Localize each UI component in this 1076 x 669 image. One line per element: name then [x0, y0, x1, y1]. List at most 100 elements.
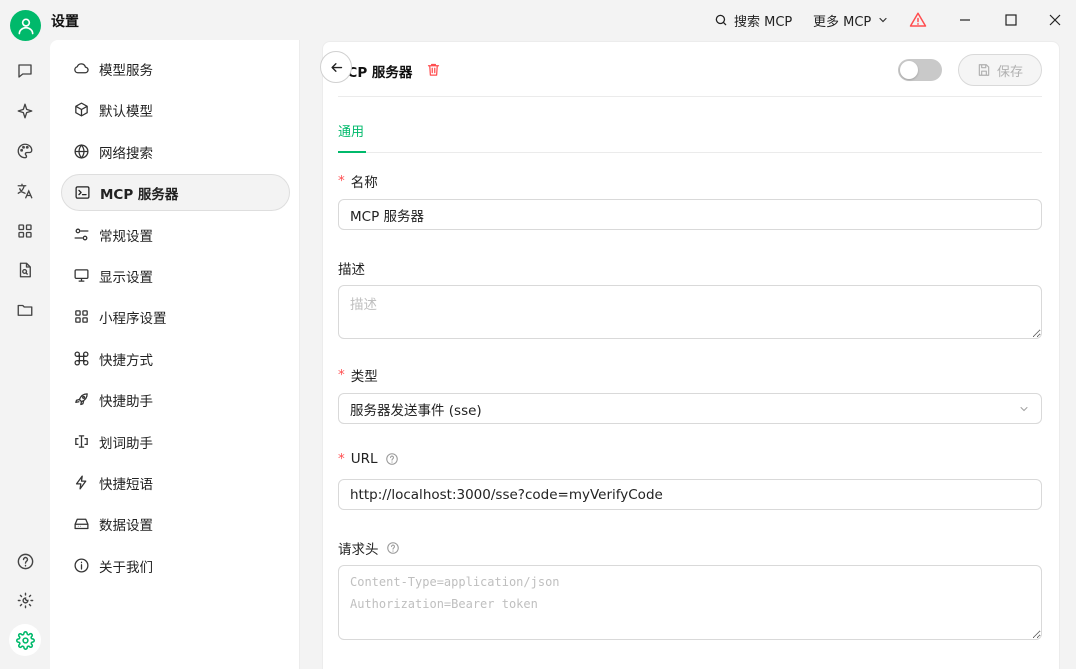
- icon-rail: [0, 40, 50, 669]
- command-icon: [72, 350, 90, 368]
- theme-icon: [17, 592, 33, 608]
- menu-item-general-settings[interactable]: 常规设置: [61, 216, 290, 253]
- rail-apps-button[interactable]: [9, 215, 41, 247]
- menu-item-label: 划词助手: [99, 435, 153, 452]
- search-mcp-button[interactable]: 搜索 MCP: [714, 0, 792, 40]
- url-label: * URL: [338, 451, 399, 467]
- maximize-button[interactable]: [988, 0, 1034, 40]
- chevron-down-icon: [1020, 406, 1028, 411]
- folder-icon: [17, 304, 33, 316]
- globe-icon: [72, 143, 90, 161]
- required-marker: *: [338, 173, 345, 189]
- menu-item-model-service[interactable]: 模型服务: [61, 50, 290, 87]
- rail-settings-button[interactable]: [9, 624, 41, 656]
- headers-textarea[interactable]: [338, 565, 1042, 640]
- menu-item-miniapp-settings[interactable]: 小程序设置: [61, 298, 290, 335]
- type-select[interactable]: 服务器发送事件 (sse): [338, 393, 1042, 424]
- bolt-icon: [72, 474, 90, 492]
- menu-item-label: 快捷方式: [99, 352, 153, 369]
- menu-item-web-search[interactable]: 网络搜索: [61, 133, 290, 170]
- rail-help-button[interactable]: [9, 545, 41, 577]
- settings-icon: [15, 630, 35, 650]
- menu-item-quick-phrases[interactable]: 快捷短语: [61, 464, 290, 501]
- rail-translate-button[interactable]: [9, 175, 41, 207]
- save-icon: [978, 64, 990, 76]
- warning-button[interactable]: [909, 0, 927, 40]
- headers-label-text: 请求头: [338, 542, 379, 558]
- menu-item-quick-assistant[interactable]: 快捷助手: [61, 381, 290, 418]
- close-icon: [1049, 14, 1061, 26]
- back-button[interactable]: [320, 51, 352, 83]
- rail-knowledge-button[interactable]: [9, 254, 41, 286]
- menu-item-label: 网络搜索: [99, 145, 153, 162]
- description-textarea[interactable]: [338, 285, 1042, 339]
- chat-icon: [18, 64, 32, 78]
- file-search-icon: [19, 262, 31, 278]
- help-icon: [17, 553, 33, 569]
- cloud-icon: [72, 60, 90, 78]
- description-label-text: 描述: [338, 262, 365, 278]
- type-select-value: 服务器发送事件 (sse): [350, 402, 482, 419]
- name-label: * 名称: [338, 171, 378, 191]
- type-label-text: 类型: [350, 369, 378, 385]
- url-label-text: URL: [350, 451, 378, 467]
- search-mcp-label: 搜索 MCP: [734, 14, 793, 30]
- monitor-icon: [72, 267, 90, 285]
- name-input[interactable]: [338, 199, 1042, 230]
- trash-icon: [427, 63, 440, 76]
- close-button[interactable]: [1032, 0, 1076, 40]
- required-marker: *: [338, 367, 345, 383]
- menu-item-label: 显示设置: [99, 269, 153, 286]
- warning-icon: [909, 12, 927, 27]
- question-circle-icon[interactable]: [386, 541, 400, 555]
- minimize-button[interactable]: [942, 0, 988, 40]
- menu-item-selection-assistant[interactable]: 划词助手: [61, 423, 290, 460]
- menu-item-mcp-servers[interactable]: MCP 服务器: [61, 174, 290, 211]
- palette-icon: [17, 143, 33, 159]
- menu-item-label: 默认模型: [99, 103, 153, 120]
- menu-item-label: 小程序设置: [99, 310, 167, 327]
- cube-icon: [72, 101, 90, 119]
- rail-chat-button[interactable]: [9, 55, 41, 87]
- question-circle-icon[interactable]: [385, 452, 399, 466]
- sparkle-icon: [17, 103, 33, 119]
- user-icon: [18, 18, 34, 34]
- rail-agents-button[interactable]: [9, 95, 41, 127]
- maximize-icon: [1005, 14, 1017, 26]
- menu-item-label: MCP 服务器: [100, 186, 179, 203]
- toggle-knob: [900, 61, 918, 79]
- sliders-icon: [72, 226, 90, 244]
- tab-general[interactable]: 通用: [338, 121, 364, 140]
- search-icon: [715, 14, 727, 26]
- tab-active-indicator: [338, 151, 366, 153]
- rail-files-button[interactable]: [9, 294, 41, 326]
- terminal-icon: [73, 184, 91, 202]
- rail-paint-button[interactable]: [9, 135, 41, 167]
- url-input[interactable]: [338, 479, 1042, 510]
- header-divider: [338, 96, 1042, 97]
- title-bar: 设置 搜索 MCP 更多 MCP: [0, 0, 1076, 41]
- rocket-icon: [72, 391, 90, 409]
- delete-button[interactable]: [426, 62, 441, 77]
- server-enabled-toggle[interactable]: [898, 59, 942, 81]
- settings-menu: 模型服务 默认模型 网络搜索 MCP 服务器 常规设置 显示设置 小程序设置 快…: [50, 40, 300, 669]
- menu-item-data-settings[interactable]: 数据设置: [61, 505, 290, 542]
- more-mcp-dropdown[interactable]: 更多 MCP: [813, 0, 889, 40]
- menu-item-default-model[interactable]: 默认模型: [61, 91, 290, 128]
- menu-item-display-settings[interactable]: 显示设置: [61, 257, 290, 294]
- rail-theme-button[interactable]: [9, 584, 41, 616]
- save-label: 保存: [996, 64, 1023, 80]
- menu-item-shortcuts[interactable]: 快捷方式: [61, 340, 290, 377]
- more-mcp-label: 更多 MCP: [813, 14, 872, 30]
- description-label: 描述: [338, 258, 365, 278]
- menu-item-label: 快捷助手: [99, 393, 153, 410]
- info-icon: [72, 557, 90, 575]
- menu-item-about[interactable]: 关于我们: [61, 547, 290, 584]
- app-title: 设置: [51, 14, 79, 30]
- save-button[interactable]: 保存: [958, 54, 1042, 86]
- type-label: * 类型: [338, 365, 378, 385]
- hard-drive-icon: [72, 515, 90, 533]
- user-avatar[interactable]: [10, 10, 41, 41]
- minimize-icon: [960, 19, 970, 21]
- menu-item-label: 常规设置: [99, 228, 153, 245]
